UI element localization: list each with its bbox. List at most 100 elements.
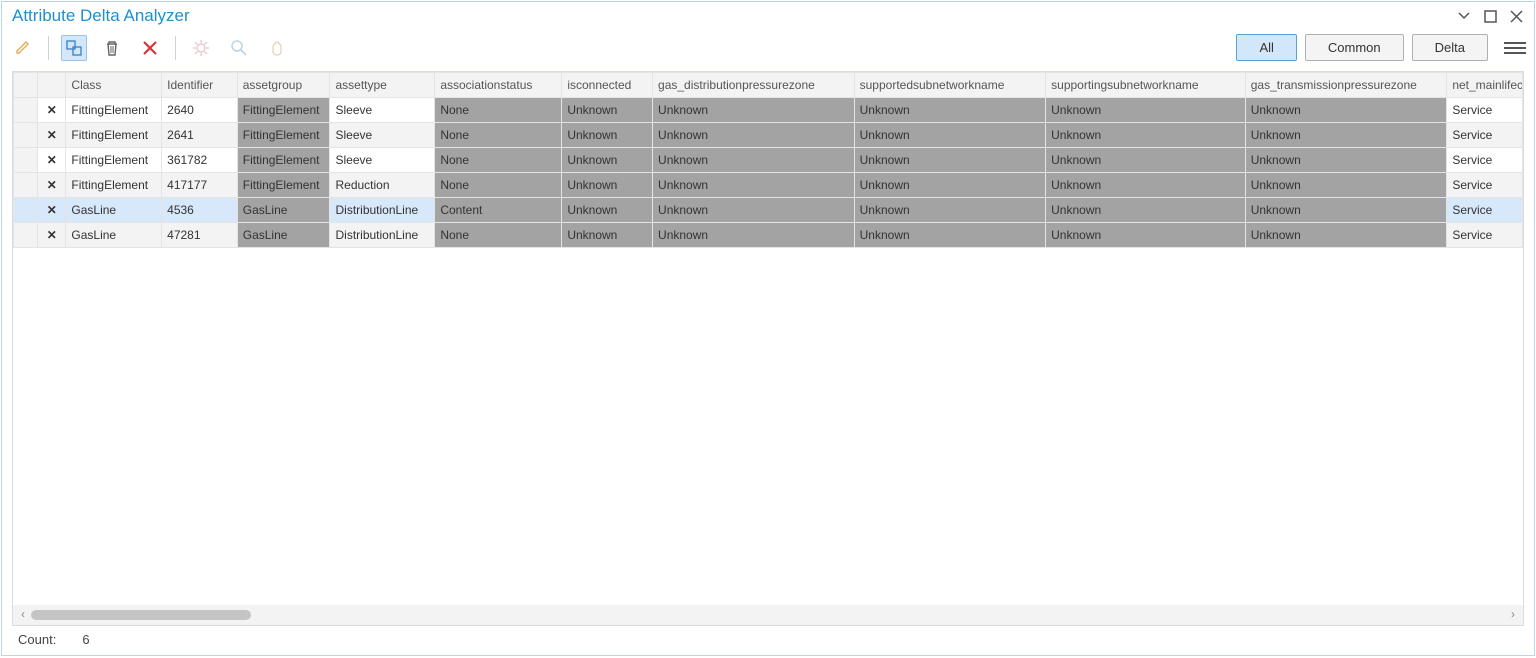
cell-gas_distributionpressurezone[interactable]: Unknown [653, 123, 855, 148]
close-icon[interactable]: ✕ [47, 128, 57, 142]
cell-net_mainlifec[interactable]: Service [1447, 98, 1523, 123]
cell-associationstatus[interactable]: Content [435, 198, 562, 223]
cell-assetgroup[interactable]: GasLine [237, 198, 330, 223]
table-row[interactable]: ✕FittingElement417177FittingElementReduc… [14, 173, 1523, 198]
cell-assettype[interactable]: DistributionLine [330, 223, 435, 248]
close-icon[interactable]: ✕ [47, 103, 57, 117]
select-icon[interactable] [61, 35, 87, 61]
row-marker[interactable] [14, 173, 38, 198]
row-marker[interactable] [14, 123, 38, 148]
delete-row-button[interactable]: ✕ [38, 173, 66, 198]
cell-assettype[interactable]: Sleeve [330, 123, 435, 148]
cell-supportingsubnetworkname[interactable]: Unknown [1046, 173, 1246, 198]
cell-identifier[interactable]: 4536 [162, 198, 238, 223]
cell-associationstatus[interactable]: None [435, 223, 562, 248]
trash-icon[interactable] [99, 35, 125, 61]
cell-supportedsubnetworkname[interactable]: Unknown [854, 98, 1046, 123]
row-marker[interactable] [14, 223, 38, 248]
table-row[interactable]: ✕FittingElement2641FittingElementSleeveN… [14, 123, 1523, 148]
minimize-icon[interactable] [1456, 8, 1472, 24]
cell-assettype[interactable]: Sleeve [330, 98, 435, 123]
row-marker[interactable] [14, 148, 38, 173]
data-grid[interactable]: Class Identifier assetgroup assettype as… [13, 72, 1523, 605]
cell-identifier[interactable]: 47281 [162, 223, 238, 248]
cell-supportingsubnetworkname[interactable]: Unknown [1046, 123, 1246, 148]
scroll-left-icon[interactable]: ‹ [17, 608, 29, 620]
table-row[interactable]: ✕FittingElement361782FittingElementSleev… [14, 148, 1523, 173]
cell-associationstatus[interactable]: None [435, 98, 562, 123]
gear-icon[interactable] [188, 35, 214, 61]
table-row[interactable]: ✕FittingElement2640FittingElementSleeveN… [14, 98, 1523, 123]
cell-class[interactable]: FittingElement [66, 98, 162, 123]
cell-associationstatus[interactable]: None [435, 173, 562, 198]
delete-row-button[interactable]: ✕ [38, 123, 66, 148]
cell-supportingsubnetworkname[interactable]: Unknown [1046, 198, 1246, 223]
cell-isconnected[interactable]: Unknown [562, 123, 653, 148]
cell-class[interactable]: FittingElement [66, 173, 162, 198]
cell-supportedsubnetworkname[interactable]: Unknown [854, 148, 1046, 173]
scroll-right-icon[interactable]: › [1507, 608, 1519, 620]
col-net-mainlifec[interactable]: net_mainlifec [1447, 73, 1523, 98]
cell-associationstatus[interactable]: None [435, 148, 562, 173]
cell-assetgroup[interactable]: FittingElement [237, 173, 330, 198]
cell-class[interactable]: FittingElement [66, 148, 162, 173]
cell-gas_distributionpressurezone[interactable]: Unknown [653, 98, 855, 123]
delete-row-button[interactable]: ✕ [38, 148, 66, 173]
cell-identifier[interactable]: 2641 [162, 123, 238, 148]
cell-gas_distributionpressurezone[interactable]: Unknown [653, 148, 855, 173]
cell-gas_distributionpressurezone[interactable]: Unknown [653, 198, 855, 223]
cell-assettype[interactable]: DistributionLine [330, 198, 435, 223]
close-icon[interactable] [1508, 8, 1524, 24]
cell-identifier[interactable]: 2640 [162, 98, 238, 123]
cell-net_mainlifec[interactable]: Service [1447, 198, 1523, 223]
cell-supportedsubnetworkname[interactable]: Unknown [854, 173, 1046, 198]
cell-identifier[interactable]: 417177 [162, 173, 238, 198]
cell-supportedsubnetworkname[interactable]: Unknown [854, 223, 1046, 248]
menu-icon[interactable] [1504, 37, 1526, 59]
filter-common-button[interactable]: Common [1305, 34, 1404, 61]
filter-all-button[interactable]: All [1236, 34, 1296, 61]
cell-gas_transmissionpressurezone[interactable]: Unknown [1245, 173, 1447, 198]
cell-assetgroup[interactable]: FittingElement [237, 123, 330, 148]
cell-isconnected[interactable]: Unknown [562, 173, 653, 198]
cell-assetgroup[interactable]: FittingElement [237, 148, 330, 173]
cell-gas_transmissionpressurezone[interactable]: Unknown [1245, 98, 1447, 123]
zoom-icon[interactable] [226, 35, 252, 61]
cell-supportingsubnetworkname[interactable]: Unknown [1046, 223, 1246, 248]
scrollbar-thumb[interactable] [31, 610, 251, 620]
cell-isconnected[interactable]: Unknown [562, 223, 653, 248]
col-supportedsubnetworkname[interactable]: supportedsubnetworkname [854, 73, 1046, 98]
table-row[interactable]: ✕GasLine4536GasLineDistributionLineConte… [14, 198, 1523, 223]
col-gas-distributionpressurezone[interactable]: gas_distributionpressurezone [653, 73, 855, 98]
cell-gas_transmissionpressurezone[interactable]: Unknown [1245, 223, 1447, 248]
close-icon[interactable]: ✕ [47, 228, 57, 242]
close-icon[interactable]: ✕ [47, 178, 57, 192]
cell-supportingsubnetworkname[interactable]: Unknown [1046, 98, 1246, 123]
cell-supportingsubnetworkname[interactable]: Unknown [1046, 148, 1246, 173]
scrollbar-track[interactable] [31, 610, 1505, 620]
col-identifier[interactable]: Identifier [162, 73, 238, 98]
cell-class[interactable]: FittingElement [66, 123, 162, 148]
cell-assetgroup[interactable]: GasLine [237, 223, 330, 248]
filter-delta-button[interactable]: Delta [1412, 34, 1488, 61]
cell-isconnected[interactable]: Unknown [562, 98, 653, 123]
remove-icon[interactable] [137, 35, 163, 61]
cell-gas_distributionpressurezone[interactable]: Unknown [653, 223, 855, 248]
maximize-icon[interactable] [1482, 8, 1498, 24]
close-icon[interactable]: ✕ [47, 153, 57, 167]
cell-supportedsubnetworkname[interactable]: Unknown [854, 198, 1046, 223]
row-marker[interactable] [14, 98, 38, 123]
col-assettype[interactable]: assettype [330, 73, 435, 98]
cell-isconnected[interactable]: Unknown [562, 198, 653, 223]
cell-gas_transmissionpressurezone[interactable]: Unknown [1245, 123, 1447, 148]
col-marker[interactable] [14, 73, 38, 98]
cell-assettype[interactable]: Sleeve [330, 148, 435, 173]
cell-class[interactable]: GasLine [66, 198, 162, 223]
cell-gas_transmissionpressurezone[interactable]: Unknown [1245, 148, 1447, 173]
horizontal-scrollbar[interactable]: ‹ › [13, 605, 1523, 625]
cell-assetgroup[interactable]: FittingElement [237, 98, 330, 123]
table-row[interactable]: ✕GasLine47281GasLineDistributionLineNone… [14, 223, 1523, 248]
cell-net_mainlifec[interactable]: Service [1447, 123, 1523, 148]
close-icon[interactable]: ✕ [47, 203, 57, 217]
col-isconnected[interactable]: isconnected [562, 73, 653, 98]
